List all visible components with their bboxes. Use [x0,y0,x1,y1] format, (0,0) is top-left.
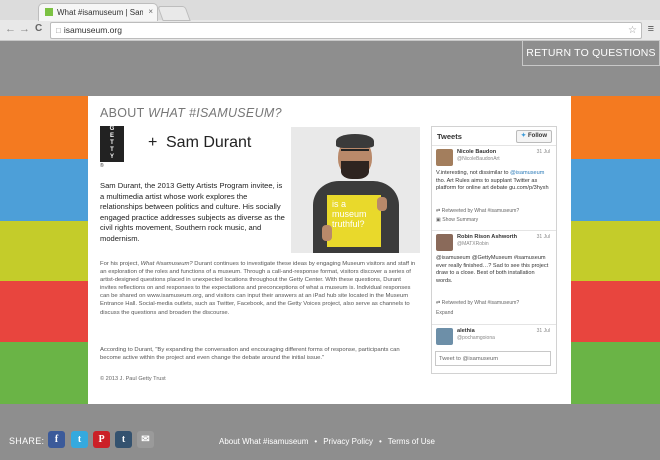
return-to-questions-button[interactable]: RETURN TO QUESTIONS [522,41,660,66]
facebook-icon[interactable]: f [48,431,65,448]
footer-links: About What #isamuseum • Privacy Policy • Ter… [219,437,435,446]
pinterest-icon[interactable]: P [93,431,110,448]
logo-letter: G [109,126,115,132]
tweet-handle[interactable]: @MATXRobin [457,241,489,247]
follow-button[interactable]: ✦ Follow [516,130,552,143]
twitter-timeline: Tweets ✦ Follow Nicole Baudon @NicoleBaud… [431,126,557,374]
tweet-author[interactable]: alethia [457,328,475,334]
expand-link[interactable]: Expand [436,310,453,316]
tab-strip: What #isamuseum | Sam D × [0,0,660,21]
tweet-text-post: tho. Art Rules aims to supplant Twitter … [436,177,549,192]
about-card: ABOUT WHAT #ISAMUSEUM? GETTY ® + Sam Dur… [88,96,571,404]
tweet-mention[interactable]: @isamuseum [510,170,544,176]
avatar[interactable] [436,234,453,251]
tweet-author[interactable]: Robin Rison Ashworth [457,234,517,240]
bookmark-star-icon[interactable]: ☆ [628,23,637,38]
browser-tab[interactable]: What #isamuseum | Sam D × [38,3,158,21]
para-prefix: For his project, [100,261,141,267]
tweet-text-pre: V.interesting, not dissimilar to [436,170,511,176]
about-heading: ABOUT WHAT #ISAMUSEUM? [100,106,282,120]
menu-icon[interactable]: ≡ [648,23,654,35]
getty-logo: GETTY [100,126,124,162]
tumblr-icon[interactable]: t [115,431,132,448]
email-icon[interactable]: ✉ [137,431,154,448]
tweet-author[interactable]: Nicole Baudon [457,149,496,155]
artist-portrait: is a museum truthful? [291,127,420,253]
copyright: © 2013 J. Paul Getty Trust [100,376,166,382]
logo-letter: Y [109,154,114,160]
logo-letter: T [110,147,114,153]
favicon-icon [45,8,53,16]
address-bar[interactable]: □ isamuseum.org ☆ [50,22,642,39]
logo-letter: E [109,133,114,139]
reload-icon[interactable]: C [35,23,42,34]
twitter-icon[interactable]: t [71,431,88,448]
new-tab-button[interactable] [157,6,191,21]
project-description: For his project, What #isamuseum? Durant… [100,260,418,317]
tweet-date[interactable]: 31 Jul [537,328,550,334]
artist-quote: According to Durant, "By expanding the c… [100,347,400,362]
footer-separator: • [314,437,318,446]
artist-bio: Sam Durant, the 2013 Getty Artists Progr… [100,181,285,243]
url-text: isamuseum.org [63,25,122,35]
portrait-hand [377,197,387,211]
retweet-line[interactable]: ⇄ Retweeted by What #isamuseum? [436,208,519,214]
tweets-title: Tweets [437,132,462,141]
show-summary-link[interactable]: ▣ Show Summary [436,217,478,223]
logo-letter: T [110,140,114,146]
tweet-text: @isamuseum @GettyMuseum #isamuseum ever … [436,255,549,284]
logo-registered-mark: ® [100,163,104,169]
tweet-date[interactable]: 31 Jul [537,149,550,155]
close-tab-icon[interactable]: × [148,7,153,16]
tab-title: What #isamuseum | Sam D [57,8,143,17]
follow-label: Follow [528,133,548,139]
page-icon: □ [56,26,61,35]
portrait-hand [322,225,332,241]
avatar[interactable] [436,328,453,345]
footer-link-about[interactable]: About What #isamuseum [219,437,308,446]
tweet-text: V.interesting, not dissimilar to @isamus… [436,170,550,193]
tweet[interactable]: alethia @pochamgoiona 31 Jul [432,325,556,349]
artist-name: Sam Durant [166,134,252,151]
heading-italic: WHAT #ISAMUSEUM? [148,106,282,120]
portrait-beard [341,161,369,179]
forward-icon[interactable]: → [19,23,30,35]
share-label: SHARE: [9,436,45,446]
tweet-date[interactable]: 31 Jul [537,234,550,240]
avatar[interactable] [436,149,453,166]
tweet[interactable]: Robin Rison Ashworth @MATXRobin 31 Jul @… [432,231,556,325]
para-rest: Durant continues to investigate these id… [100,261,416,316]
tweet[interactable]: Nicole Baudon @NicoleBaudonArt 31 Jul V.… [432,146,556,230]
project-title: What #isamuseum? [140,261,193,267]
heading-plain: ABOUT [100,106,149,120]
tweet-input[interactable]: Tweet to @isamuseum [435,351,551,366]
portrait-glasses [341,149,369,157]
twitter-bird-icon: ✦ [520,133,527,139]
question-sign: is a museum truthful? [327,195,381,247]
footer-link-terms[interactable]: Terms of Use [388,437,435,446]
retweet-line[interactable]: ⇄ Retweeted by What #isamuseum? [436,300,519,306]
portrait-hair [336,134,374,148]
tweet-handle[interactable]: @pochamgoiona [457,335,495,341]
navigation-bar: ← → C □ isamuseum.org ☆ ≡ [0,20,660,40]
plus-sign: + [148,134,158,151]
tweet-handle[interactable]: @NicoleBaudonArt [457,156,500,162]
browser-chrome: What #isamuseum | Sam D × ← → C □isamuse… [0,0,660,41]
footer-separator: • [378,437,382,446]
back-icon[interactable]: ← [5,23,16,35]
footer-link-privacy[interactable]: Privacy Policy [323,437,373,446]
